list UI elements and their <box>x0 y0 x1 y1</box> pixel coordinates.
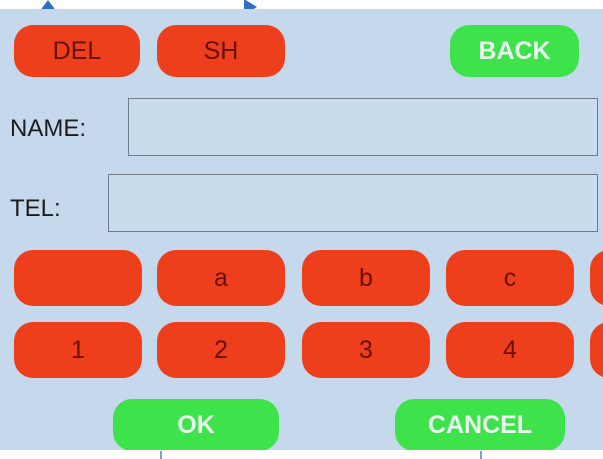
cancel-button[interactable]: CANCEL <box>395 399 565 450</box>
back-button-label: BACK <box>478 36 551 65</box>
key-1[interactable]: 1 <box>14 322 142 378</box>
name-field[interactable] <box>128 98 598 156</box>
ok-button-label: OK <box>177 410 215 439</box>
key-2-label: 2 <box>214 335 228 364</box>
key-3[interactable]: 3 <box>302 322 430 378</box>
key-2[interactable]: 2 <box>157 322 285 378</box>
del-button[interactable]: DEL <box>14 25 140 77</box>
key-blank[interactable] <box>14 250 142 306</box>
tel-field[interactable] <box>108 174 598 232</box>
key-4-label: 4 <box>503 335 517 364</box>
shift-button-label: SH <box>203 36 239 65</box>
key-row2-partial[interactable] <box>590 322 603 378</box>
annotation-mark-left <box>160 451 162 459</box>
annotation-mark-right <box>480 451 482 459</box>
key-b[interactable]: b <box>302 250 430 306</box>
key-3-label: 3 <box>359 335 373 364</box>
cancel-button-label: CANCEL <box>427 410 533 439</box>
del-button-label: DEL <box>52 36 102 65</box>
key-b-label: b <box>359 263 373 292</box>
key-a[interactable]: a <box>157 250 285 306</box>
ok-button[interactable]: OK <box>113 399 279 450</box>
back-button[interactable]: BACK <box>450 25 579 77</box>
key-row1-partial[interactable] <box>590 250 603 306</box>
tel-label: TEL: <box>10 195 61 222</box>
key-c[interactable]: c <box>446 250 574 306</box>
key-1-label: 1 <box>71 335 85 364</box>
shift-button[interactable]: SH <box>157 25 285 77</box>
device-screen: DEL SH BACK NAME: TEL: a b c 1 2 3 4 OK <box>0 9 603 450</box>
name-label: NAME: <box>10 115 87 142</box>
key-4[interactable]: 4 <box>446 322 574 378</box>
key-a-label: a <box>214 263 228 292</box>
key-c-label: c <box>503 263 517 292</box>
